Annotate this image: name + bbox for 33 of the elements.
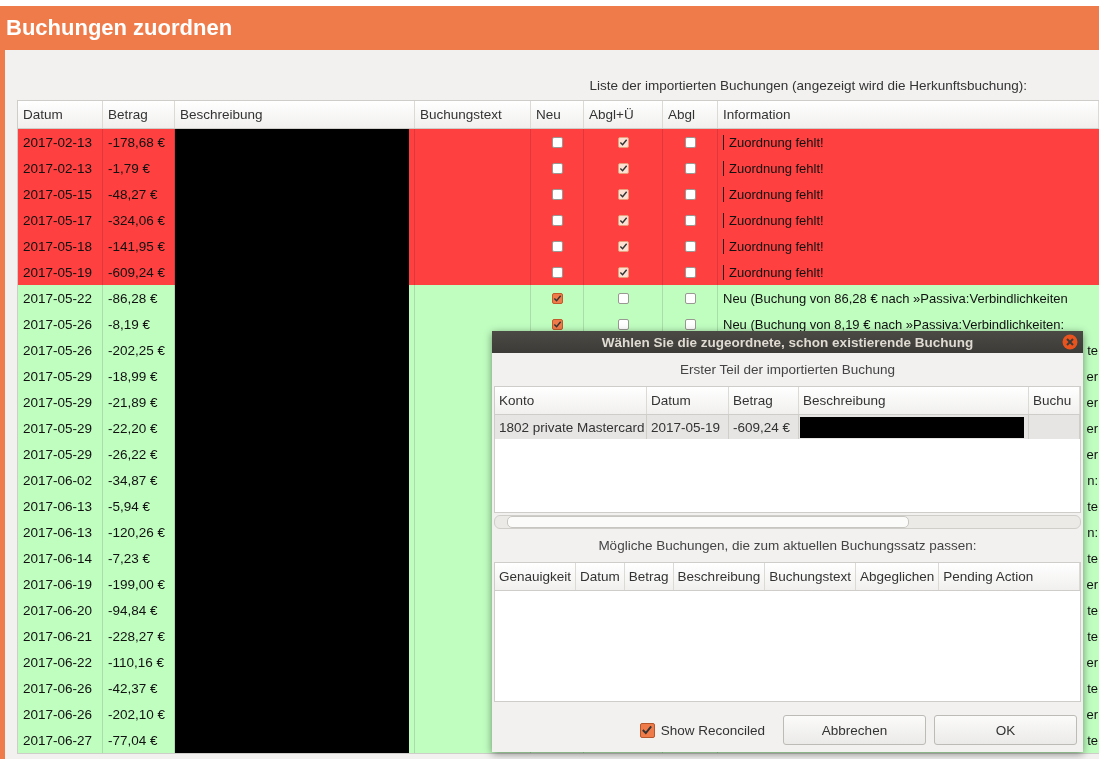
table-cell: 1802 private Mastercard [495,415,647,439]
window-title: Buchungen zuordnen [6,15,233,41]
information-text: er [1086,420,1098,436]
information-text: Zuordnung fehlt! [723,212,824,228]
information-text: er [1086,654,1098,670]
information-text: er [1086,394,1098,410]
information-text: er [1086,706,1098,722]
list-caption: Liste der importierten Buchungen (angezeigt wird die Herkunftsbuchung): [589,77,1027,93]
information-text: te [1087,680,1098,696]
information-text: er [1086,368,1098,384]
information-text: te [1087,628,1098,644]
information-text: te [1087,498,1098,514]
information-text: Neu (Buchung von 8,19 € nach »Passiva:Verbindlichkeiten: [723,316,1065,332]
dialog-title: Wählen Sie die zugeordnete, schon existierende Buchung [601,334,974,350]
section-caption: Mögliche Buchungen, die zum aktuellen Buchungssatz passen: [598,538,977,553]
information-text: te [1087,342,1098,358]
information-text: er [1086,576,1098,592]
table-cell: -609,24 € [729,415,799,439]
information-text: te [1087,550,1098,566]
information-text: te [1087,602,1098,618]
information-text: te [1087,732,1098,748]
information-text: n: [1087,472,1098,488]
table-cell: 2017-06-27 [18,727,103,753]
table-cell: 2017-05-19 [647,415,729,439]
information-text: Zuordnung fehlt! [723,238,824,254]
information-text: n: [1087,524,1098,540]
information-text: Zuordnung fehlt! [723,264,824,280]
information-text: Zuordnung fehlt! [723,134,824,150]
information-text: er [1086,446,1098,462]
information-text: Neu (Buchung von 86,28 € nach »Passiva:Verbindlichkeiten [723,290,1068,306]
information-text: Zuordnung fehlt! [723,186,824,202]
section-caption: Erster Teil der importierten Buchung [679,362,896,377]
information-text: Zuordnung fehlt! [723,160,824,176]
